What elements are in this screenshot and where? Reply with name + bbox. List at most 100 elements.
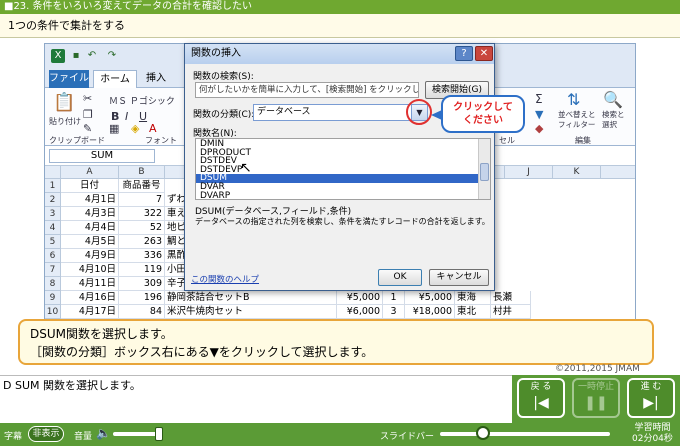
redo-icon[interactable]: ↷ bbox=[105, 49, 119, 63]
cell[interactable]: 196 bbox=[119, 291, 165, 305]
clear-icon[interactable]: ◆ bbox=[535, 122, 543, 135]
find-select-icon[interactable]: 🔍 bbox=[603, 90, 623, 109]
fill-icon[interactable]: ▼ bbox=[535, 108, 543, 121]
cell[interactable]: 4月9日 bbox=[61, 249, 119, 263]
subtitle-label: 字幕 bbox=[4, 432, 23, 442]
row-header[interactable]: 2 bbox=[45, 193, 61, 207]
cell[interactable]: 東海 bbox=[455, 291, 491, 305]
back-button[interactable]: 戻 る |◀ bbox=[517, 378, 565, 418]
volume-slider-knob[interactable] bbox=[154, 427, 163, 441]
underline-icon[interactable]: U bbox=[139, 110, 147, 123]
cell[interactable]: 322 bbox=[119, 207, 165, 221]
cell[interactable]: ¥6,000 bbox=[337, 305, 383, 319]
save-icon[interactable]: ▪ bbox=[69, 49, 83, 63]
next-label: 進 む bbox=[640, 382, 662, 392]
format-painter-icon[interactable]: ✎ bbox=[83, 122, 92, 135]
cell[interactable]: 商品番号 bbox=[119, 179, 165, 193]
cell[interactable]: 263 bbox=[119, 235, 165, 249]
cell[interactable]: 4月16日 bbox=[61, 291, 119, 305]
instruction-line-1: DSUM関数を選択します。 bbox=[30, 327, 173, 341]
tab-file[interactable]: ファイル bbox=[49, 70, 89, 88]
cell[interactable]: 4月10日 bbox=[61, 263, 119, 277]
tab-insert[interactable]: 挿入 bbox=[141, 70, 171, 88]
undo-icon[interactable]: ↶ bbox=[85, 49, 99, 63]
cell[interactable]: ¥5,000 bbox=[405, 291, 455, 305]
subtitle-toggle-button[interactable]: 非表示 bbox=[28, 426, 64, 442]
study-time-value: 02分04秒 bbox=[632, 434, 673, 444]
column-header-l[interactable] bbox=[601, 166, 635, 179]
function-description: データベースの指定された列を検索し、条件を満たすレコードの合計を返します。 bbox=[195, 217, 490, 226]
row-header[interactable]: 1 bbox=[45, 179, 61, 193]
column-header-k[interactable]: K bbox=[553, 166, 601, 179]
next-button[interactable]: 進 む ▶| bbox=[627, 378, 675, 418]
function-help-link[interactable]: この関数のヘルプ bbox=[191, 273, 259, 285]
column-header-a[interactable]: A bbox=[61, 166, 119, 179]
cell[interactable]: 84 bbox=[119, 305, 165, 319]
cell[interactable]: 4月5日 bbox=[61, 235, 119, 249]
border-icon[interactable]: ▦ bbox=[109, 122, 119, 135]
cell[interactable]: 日付 bbox=[61, 179, 119, 193]
pause-button[interactable]: 一時停止 ❚❚ bbox=[572, 378, 620, 418]
italic-icon[interactable]: I bbox=[125, 110, 128, 123]
row-header[interactable]: 6 bbox=[45, 249, 61, 263]
speaker-icon[interactable]: 🔈 bbox=[96, 426, 111, 440]
row-header[interactable]: 9 bbox=[45, 291, 61, 305]
cell[interactable]: 3 bbox=[383, 305, 405, 319]
dialog-close-button[interactable]: ✕ bbox=[475, 46, 493, 61]
find-select-label[interactable]: 検索と 選択 bbox=[602, 110, 625, 130]
ok-button[interactable]: OK bbox=[378, 269, 422, 286]
cut-icon[interactable]: ✂ bbox=[83, 92, 92, 105]
paste-icon[interactable]: 📋 bbox=[53, 92, 75, 113]
cell[interactable]: 336 bbox=[119, 249, 165, 263]
select-all-corner[interactable] bbox=[45, 166, 61, 179]
cell[interactable]: 4月17日 bbox=[61, 305, 119, 319]
cell[interactable]: 4月4日 bbox=[61, 221, 119, 235]
function-list-scroll-thumb[interactable] bbox=[480, 163, 489, 181]
row-header[interactable]: 7 bbox=[45, 263, 61, 277]
cell[interactable]: 村井 bbox=[491, 305, 531, 319]
cell[interactable]: 長瀬 bbox=[491, 291, 531, 305]
cell[interactable]: 52 bbox=[119, 221, 165, 235]
back-label: 戻 る bbox=[530, 382, 552, 392]
function-search-input[interactable]: 何がしたいかを簡単に入力して、[検索開始] をクリックしてください。 bbox=[195, 82, 419, 98]
sum-icon[interactable]: Σ bbox=[535, 92, 543, 106]
tab-home[interactable]: ホーム bbox=[93, 70, 137, 88]
column-header-j[interactable]: J bbox=[505, 166, 553, 179]
cell[interactable]: 119 bbox=[119, 263, 165, 277]
copy-icon[interactable]: ❐ bbox=[83, 108, 93, 121]
lesson-title: ■23. 条件をいろいろ変えてデータの合計を確認したい bbox=[0, 0, 680, 14]
row-header[interactable]: 8 bbox=[45, 277, 61, 291]
slide-bar-knob[interactable] bbox=[475, 426, 490, 440]
cell[interactable]: 東北 bbox=[455, 305, 491, 319]
dialog-help-button[interactable]: ? bbox=[455, 46, 473, 61]
sort-filter-icon[interactable]: ⇅ bbox=[567, 90, 580, 109]
cell[interactable]: 4月1日 bbox=[61, 193, 119, 207]
cell[interactable]: 1 bbox=[383, 291, 405, 305]
cancel-button[interactable]: キャンセル bbox=[429, 269, 489, 286]
cell[interactable]: 4月11日 bbox=[61, 277, 119, 291]
column-header-b[interactable]: B bbox=[119, 166, 165, 179]
cell[interactable]: ¥18,000 bbox=[405, 305, 455, 319]
function-item[interactable]: DVARP bbox=[196, 191, 478, 199]
slide-bar[interactable] bbox=[440, 432, 610, 436]
cell[interactable]: ¥5,000 bbox=[337, 291, 383, 305]
category-select[interactable]: データベース bbox=[253, 104, 428, 121]
cell[interactable]: 309 bbox=[119, 277, 165, 291]
row-header[interactable]: 3 bbox=[45, 207, 61, 221]
row-header[interactable]: 10 bbox=[45, 305, 61, 319]
cell[interactable]: 米沢牛焼肉セット bbox=[165, 305, 337, 319]
name-box[interactable]: SUM bbox=[49, 149, 155, 163]
cell[interactable]: 静岡茶詰合セットB bbox=[165, 291, 337, 305]
callout-text: クリックして ください bbox=[453, 102, 513, 126]
volume-label: 音量 bbox=[74, 432, 93, 442]
fill-color-icon[interactable]: ◈ bbox=[131, 122, 139, 135]
cell[interactable]: 7 bbox=[119, 193, 165, 207]
row-header[interactable]: 5 bbox=[45, 235, 61, 249]
cell[interactable]: 4月3日 bbox=[61, 207, 119, 221]
font-color-icon[interactable]: A bbox=[149, 122, 157, 135]
font-name-select[interactable]: ＭＳ Ｐゴシック bbox=[109, 94, 175, 107]
copyright: ©2011,2015 JMAM bbox=[555, 364, 640, 374]
sort-filter-label[interactable]: 並べ替えと フィルター bbox=[558, 110, 596, 130]
row-header[interactable]: 4 bbox=[45, 221, 61, 235]
pause-label: 一時停止 bbox=[577, 382, 614, 392]
